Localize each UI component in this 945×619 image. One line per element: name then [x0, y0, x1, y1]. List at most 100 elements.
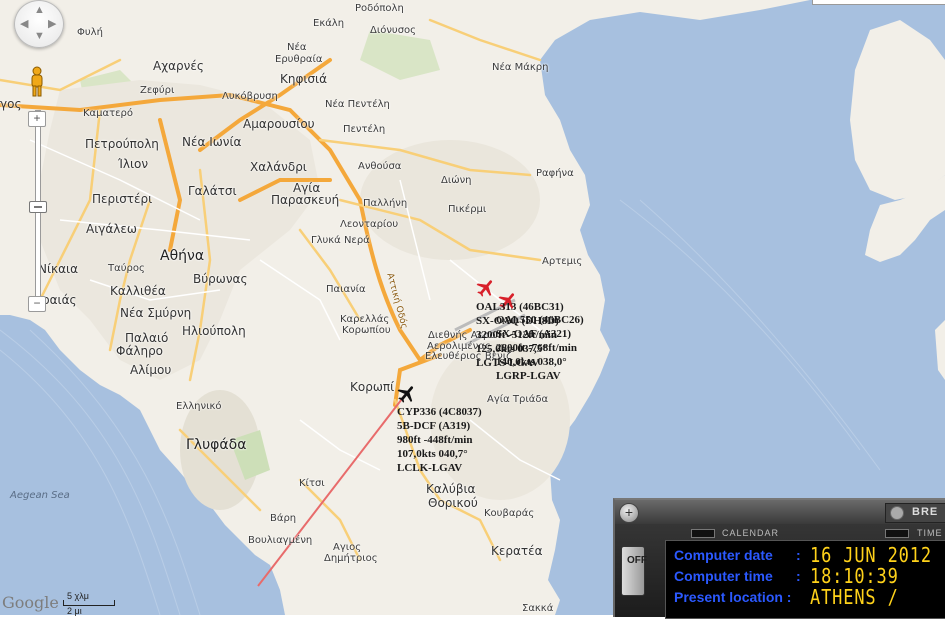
bre-tab-label: BRE	[912, 506, 939, 518]
place-label: Σακκά	[522, 603, 554, 614]
place-label: Δημήτριος	[324, 553, 378, 564]
place-label: Ηλιούπολη	[182, 324, 246, 338]
place-label: Αιγάλεω	[86, 222, 137, 236]
flight-registration: SX-OAF (A321)	[496, 328, 572, 340]
zoom-slider-handle[interactable]	[29, 201, 47, 213]
flight-altitude: 2800ft -768ft/min	[496, 342, 577, 354]
flight-registration: 5B-DCF (A319)	[397, 420, 471, 432]
place-label: Νέα Πεντέλη	[325, 99, 390, 110]
flight-callsign: OAL550 (46BC26)	[496, 314, 584, 326]
place-label: γος	[0, 97, 22, 111]
pan-left-icon[interactable]: ◀	[20, 17, 28, 30]
place-label: Κηφισιά	[280, 72, 328, 86]
place-label: Αμαρουσίου	[243, 117, 315, 131]
plane-icon-cyp336[interactable]	[396, 383, 418, 405]
place-label: Αρτεμις	[542, 256, 583, 267]
calendar-label: CALENDAR	[722, 528, 780, 538]
place-label: Παιανία	[326, 284, 366, 295]
bre-tab[interactable]: BRE	[885, 503, 945, 523]
place-label: Αχαρνές	[153, 59, 204, 73]
flight-callsign: OAL313 (46BC31)	[476, 301, 564, 313]
place-label: Παρασκευή	[271, 193, 340, 207]
place-label: Φάληρο	[116, 344, 164, 358]
pan-control[interactable]: ▲ ◀ ▶ ▼	[14, 0, 64, 48]
time-label: TIME	[917, 528, 943, 538]
map-type-control[interactable]	[812, 0, 945, 5]
place-label: Περιστέρι	[92, 192, 153, 206]
place-label: Ανθούσα	[358, 161, 402, 172]
place-label: Ερυθραία	[275, 54, 323, 65]
calendar-slot-icon	[691, 529, 715, 538]
place-label: Βουλιαγμένη	[248, 535, 313, 546]
place-label: Νέα Σμύρνη	[120, 306, 192, 320]
place-label: Νέα	[287, 42, 307, 53]
place-label: Χαλάνδρι	[250, 160, 307, 174]
pan-up-icon[interactable]: ▲	[34, 4, 45, 16]
place-label: Αγία Τριάδα	[487, 394, 549, 405]
flight-altitude: 980ft -448ft/min	[397, 434, 473, 446]
colon-sep: :	[796, 547, 801, 563]
place-label: Ραφήνα	[536, 168, 574, 179]
place-label: Νέα Μάκρη	[492, 62, 549, 73]
place-label: Παλλήνη	[363, 198, 408, 209]
place-label: Γαλάτσι	[188, 184, 237, 198]
place-label: Ζεφύρι	[140, 85, 175, 96]
panel-tab-bar: + BRE	[615, 500, 945, 524]
computer-time-label: Computer time	[674, 568, 773, 584]
google-logo: Google	[2, 593, 59, 612]
street-view-pegman-icon[interactable]	[28, 66, 46, 98]
place-label: Αλίμου	[130, 363, 172, 377]
place-label: ραιάς	[42, 293, 77, 307]
place-label: Εκάλη	[313, 18, 345, 29]
present-location-value: ATHENS /	[810, 585, 899, 609]
place-label: Κουβαράς	[484, 508, 535, 519]
place-label: Ροδόπολη	[355, 3, 404, 14]
pan-right-icon[interactable]: ▶	[48, 17, 56, 30]
flight-speed-heading: 140,0kts 038,0°	[496, 356, 567, 368]
place-label: Πεντέλη	[343, 124, 386, 135]
place-label: Διώνη	[441, 175, 472, 186]
flight-route: LCLK-LGAV	[397, 462, 463, 474]
place-label: Καλύβια	[426, 482, 476, 496]
place-label: Ταύρος	[108, 263, 145, 274]
place-label: Ελληνικό	[176, 401, 222, 412]
zoom-in-button[interactable]: +	[28, 111, 46, 127]
place-label: Γλυφάδα	[186, 437, 247, 453]
place-label: Νίκαια	[38, 262, 78, 276]
place-label: Θορικού	[428, 496, 478, 510]
place-label: Ίλιον	[118, 157, 149, 171]
place-label: Πετρούπολη	[85, 137, 159, 151]
place-label: Κορωπίου	[342, 325, 391, 336]
place-label: Κίτσι	[299, 478, 325, 489]
place-label: Λυκόβρυση	[222, 91, 278, 102]
pin-icon[interactable]: +	[619, 503, 639, 523]
flight-label-oal550: OAL550 (46BC26) SX-OAF (A321) 2800ft -76…	[496, 313, 584, 383]
flight-callsign: CYP336 (4C8037)	[397, 406, 482, 418]
place-label: Νέα Ιωνία	[182, 135, 242, 149]
plane-icon-oal313[interactable]	[475, 277, 497, 299]
place-label: Διόνυσος	[370, 25, 417, 36]
place-label: Παλαιό	[125, 331, 169, 345]
place-label: Αθήνα	[160, 248, 205, 264]
place-label: Αγιος	[333, 542, 362, 553]
time-slot-icon	[885, 529, 909, 538]
panel-section-labels: CALENDAR TIME	[615, 526, 945, 540]
lcd-display: Computer date : 16 JUN 2012 Computer tim…	[665, 540, 945, 619]
pan-down-icon[interactable]: ▼	[34, 30, 45, 42]
flight-label-cyp336: CYP336 (4C8037) 5B-DCF (A319) 980ft -448…	[397, 405, 482, 475]
place-label: Πικέρμι	[448, 204, 487, 215]
place-label: Γλυκά Νερά	[311, 235, 370, 246]
place-label: Αegean Sea	[10, 490, 70, 501]
zoom-out-button[interactable]: −	[28, 296, 46, 312]
off-button[interactable]: OFF	[621, 546, 647, 596]
place-label: Κορωπί	[350, 380, 395, 394]
colon-sep: :	[796, 568, 801, 584]
flight-route: LGRP-LGAV	[496, 370, 561, 382]
flight-speed-heading: 107,0kts 040,7°	[397, 448, 468, 460]
present-location-label: Present location :	[674, 589, 792, 605]
place-label: Λεονταρίου	[340, 219, 399, 230]
place-label: Βάρη	[270, 513, 297, 524]
place-label: Βύρωνας	[193, 272, 248, 286]
place-label: Καλλιθέα	[110, 284, 166, 298]
place-label: Φυλή	[77, 27, 103, 38]
